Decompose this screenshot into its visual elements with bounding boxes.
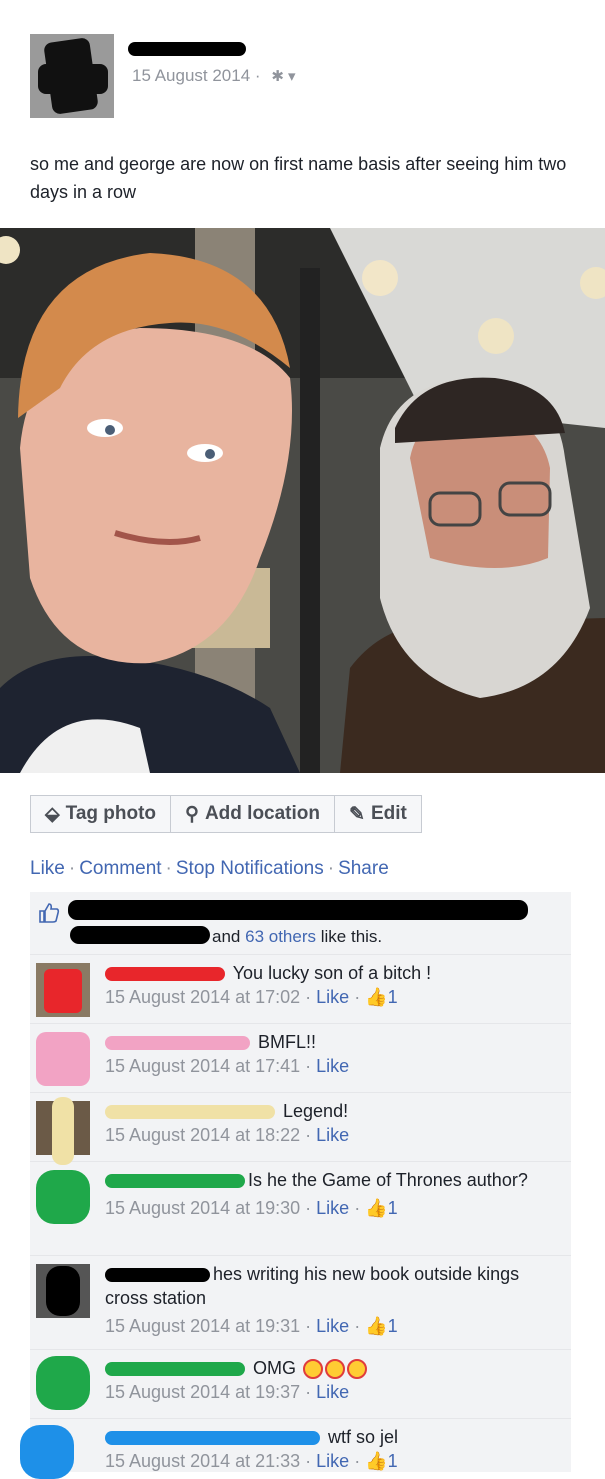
comment-time[interactable]: 15 August 2014 at 17:41 [105, 1056, 300, 1076]
commenter-name-redacted[interactable] [105, 1268, 210, 1283]
post-photo[interactable] [0, 228, 605, 773]
post-text: so me and george are now on first name b… [30, 154, 567, 202]
selfie-image [0, 228, 605, 773]
comment-item: Legend! 15 August 2014 at 18:22 · Like [30, 1093, 571, 1165]
comment-text: You lucky son of a bitch ! [232, 963, 432, 983]
author-avatar[interactable] [30, 34, 114, 118]
commenter-avatar[interactable] [36, 1170, 90, 1224]
photo-action-bar: ⬙ Tag photo ⚲ Add location ✎ Edit [30, 795, 422, 833]
comment-like-link[interactable]: Like [316, 1198, 349, 1218]
post-date[interactable]: 15 August 2014 [132, 66, 250, 85]
comment-like-link[interactable]: Like [316, 1382, 349, 1402]
comment-time[interactable]: 15 August 2014 at 18:22 [105, 1125, 300, 1145]
comment-time[interactable]: 15 August 2014 at 19:37 [105, 1382, 300, 1402]
comment-item: You lucky son of a bitch ! 15 August 201… [30, 955, 571, 1024]
liker-names-redacted [68, 900, 528, 920]
comment-like-count[interactable]: 👍1 [365, 1451, 397, 1471]
commenter-name-redacted[interactable] [105, 967, 225, 982]
comment-item: hes writing his new book outside kings c… [30, 1256, 571, 1350]
comment-item: OMG 15 August 2014 at 19:37 · Like [30, 1350, 571, 1419]
comment-like-link[interactable]: Like [316, 1056, 349, 1076]
comments-box: and 63 others like this. You lucky son o… [20, 892, 571, 1479]
others-link[interactable]: 63 others [245, 927, 316, 946]
commenter-avatar[interactable] [36, 963, 90, 1017]
comment-like-link[interactable]: Like [316, 1316, 349, 1336]
author-name-redacted [128, 42, 246, 56]
post-action-links: Like · Comment · Stop Notifications · Share [30, 858, 389, 879]
heart-eyes-emoji-icon [325, 1359, 346, 1380]
likes-summary: and 63 others like this. [30, 892, 571, 955]
commenter-avatar[interactable] [36, 1097, 90, 1165]
comment-time[interactable]: 15 August 2014 at 21:33 [105, 1451, 300, 1471]
comment-time[interactable]: 15 August 2014 at 19:31 [105, 1316, 300, 1336]
share-link[interactable]: Share [338, 858, 389, 879]
commenter-avatar[interactable] [36, 1032, 90, 1086]
edit-button[interactable]: ✎ Edit [335, 795, 422, 833]
commenter-avatar[interactable] [36, 1356, 90, 1410]
commenter-name-redacted[interactable] [105, 1036, 250, 1051]
comment-link[interactable]: Comment [79, 858, 161, 879]
commenter-avatar[interactable] [20, 1425, 74, 1479]
comment-text: Legend! [283, 1101, 349, 1121]
commenter-name-redacted[interactable] [105, 1174, 245, 1189]
commenter-name-redacted[interactable] [105, 1105, 275, 1120]
commenter-avatar[interactable] [36, 1264, 90, 1318]
comment-text: Is he the Game of Thrones author? [248, 1170, 528, 1190]
comment-like-count[interactable]: 👍1 [365, 1316, 397, 1336]
comment-like-link[interactable]: Like [316, 1451, 349, 1471]
comment-item: wtf so jel 15 August 2014 at 21:33 · Lik… [20, 1419, 571, 1479]
likes-text: and 63 others like this. [212, 927, 383, 946]
comment-item: BMFL!! 15 August 2014 at 17:41 · Like [30, 1024, 571, 1093]
stop-notifications-link[interactable]: Stop Notifications [176, 858, 324, 879]
comment-text: OMG [253, 1358, 297, 1378]
thumbs-up-icon [39, 903, 60, 923]
heart-eyes-emoji-icon [347, 1359, 368, 1380]
commenter-name-redacted[interactable] [105, 1362, 245, 1377]
heart-eyes-emoji-icon [303, 1359, 324, 1380]
comment-item: Is he the Game of Thrones author? 15 Aug… [30, 1162, 571, 1256]
comment-time[interactable]: 15 August 2014 at 19:30 [105, 1198, 300, 1218]
commenter-name-redacted[interactable] [105, 1431, 320, 1446]
tag-photo-button[interactable]: ⬙ Tag photo [30, 795, 172, 833]
pencil-icon: ✎ [349, 803, 365, 825]
like-link[interactable]: Like [30, 858, 65, 879]
tag-icon: ⬙ [45, 803, 60, 825]
comment-like-count[interactable]: 👍1 [365, 1198, 397, 1218]
location-pin-icon: ⚲ [185, 803, 199, 825]
comment-text: wtf so jel [328, 1427, 399, 1447]
post-meta: 15 August 2014 · ✱ ▾ [132, 66, 296, 85]
comment-time[interactable]: 15 August 2014 at 17:02 [105, 987, 300, 1007]
comment-text: BMFL!! [258, 1032, 317, 1052]
audience-gear-icon[interactable]: ✱ ▾ [271, 68, 295, 85]
add-location-button[interactable]: ⚲ Add location [171, 795, 336, 833]
liker-names-redacted [70, 926, 210, 944]
comment-like-link[interactable]: Like [316, 1125, 349, 1145]
comment-like-count[interactable]: 👍1 [365, 987, 397, 1007]
post-header: 15 August 2014 · ✱ ▾ [30, 34, 590, 124]
comment-like-link[interactable]: Like [316, 987, 349, 1007]
